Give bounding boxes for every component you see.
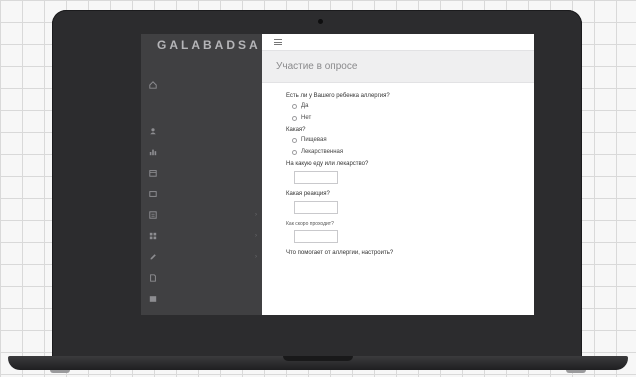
- question-duration: Как скоро проходит?: [286, 221, 334, 227]
- radio-button[interactable]: [292, 103, 297, 109]
- sidebar-item-user[interactable]: [149, 124, 257, 137]
- chart-icon: [149, 148, 157, 156]
- radio-label: Лекарственная: [301, 149, 344, 155]
- sidebar-item-image[interactable]: [149, 292, 257, 305]
- hamburger-menu-icon[interactable]: [274, 39, 282, 45]
- page-title: Участие в опросе: [276, 61, 358, 72]
- question-allergy: Есть ли у Вашего ребенка аллергия?: [286, 93, 390, 99]
- page-header: Участие в опросе: [262, 50, 534, 83]
- calendar-icon: [149, 169, 157, 177]
- webcam-icon: [318, 19, 323, 24]
- sidebar-item-calendar[interactable]: [149, 166, 257, 179]
- allergen-input[interactable]: [294, 171, 338, 184]
- radio-option-food[interactable]: Пищевая: [292, 137, 534, 143]
- radio-option-drug[interactable]: Лекарственная: [292, 149, 534, 155]
- survey-form: Есть ли у Вашего ребенка аллергия? Да Не…: [262, 83, 534, 256]
- sidebar-item-document[interactable]: [149, 271, 257, 284]
- duration-input[interactable]: [294, 230, 338, 243]
- sidebar-item-home[interactable]: [149, 78, 257, 91]
- home-icon: [149, 80, 157, 89]
- chevron-right-icon: ›: [255, 211, 257, 218]
- grid-icon: [149, 232, 157, 240]
- sidebar-item-chart[interactable]: [149, 145, 257, 158]
- document-icon: [149, 273, 157, 282]
- radio-button[interactable]: [292, 137, 297, 143]
- edit-icon: [149, 253, 157, 261]
- message-icon: [149, 190, 157, 198]
- brand-logo[interactable]: GALABADSA: [157, 38, 261, 52]
- question-reaction: Какая реакция?: [286, 191, 330, 197]
- sidebar: GALABADSA › › ›: [141, 34, 262, 315]
- radio-option-yes[interactable]: Да: [292, 103, 534, 109]
- laptop-notch: [283, 356, 353, 361]
- laptop-foot: [566, 370, 586, 373]
- sidebar-item-list[interactable]: ›: [149, 208, 257, 221]
- laptop-foot: [50, 370, 70, 373]
- screen: GALABADSA › › › Участие в опросе Есть ли…: [141, 34, 534, 315]
- radio-option-no[interactable]: Нет: [292, 115, 534, 121]
- list-icon: [149, 210, 157, 219]
- sidebar-item-edit[interactable]: ›: [149, 250, 257, 263]
- chevron-right-icon: ›: [255, 232, 257, 239]
- topbar: [262, 34, 534, 50]
- radio-button[interactable]: [292, 149, 297, 155]
- image-icon: [149, 295, 157, 303]
- sidebar-item-messages[interactable]: [149, 187, 257, 200]
- main-content: Участие в опросе Есть ли у Вашего ребенк…: [262, 34, 534, 315]
- laptop-base: [8, 356, 628, 370]
- chevron-right-icon: ›: [255, 253, 257, 260]
- radio-label: Пищевая: [301, 137, 327, 143]
- question-remedy: Что помогает от аллергии, настроить?: [286, 250, 394, 256]
- reaction-input[interactable]: [294, 201, 338, 214]
- question-allergy-type: Какая?: [286, 127, 306, 133]
- radio-label: Да: [301, 103, 309, 109]
- radio-label: Нет: [301, 115, 312, 121]
- sidebar-item-grid[interactable]: ›: [149, 229, 257, 242]
- radio-button[interactable]: [292, 115, 297, 121]
- user-icon: [149, 127, 157, 135]
- question-allergen: На какую еду или лекарство?: [286, 161, 369, 167]
